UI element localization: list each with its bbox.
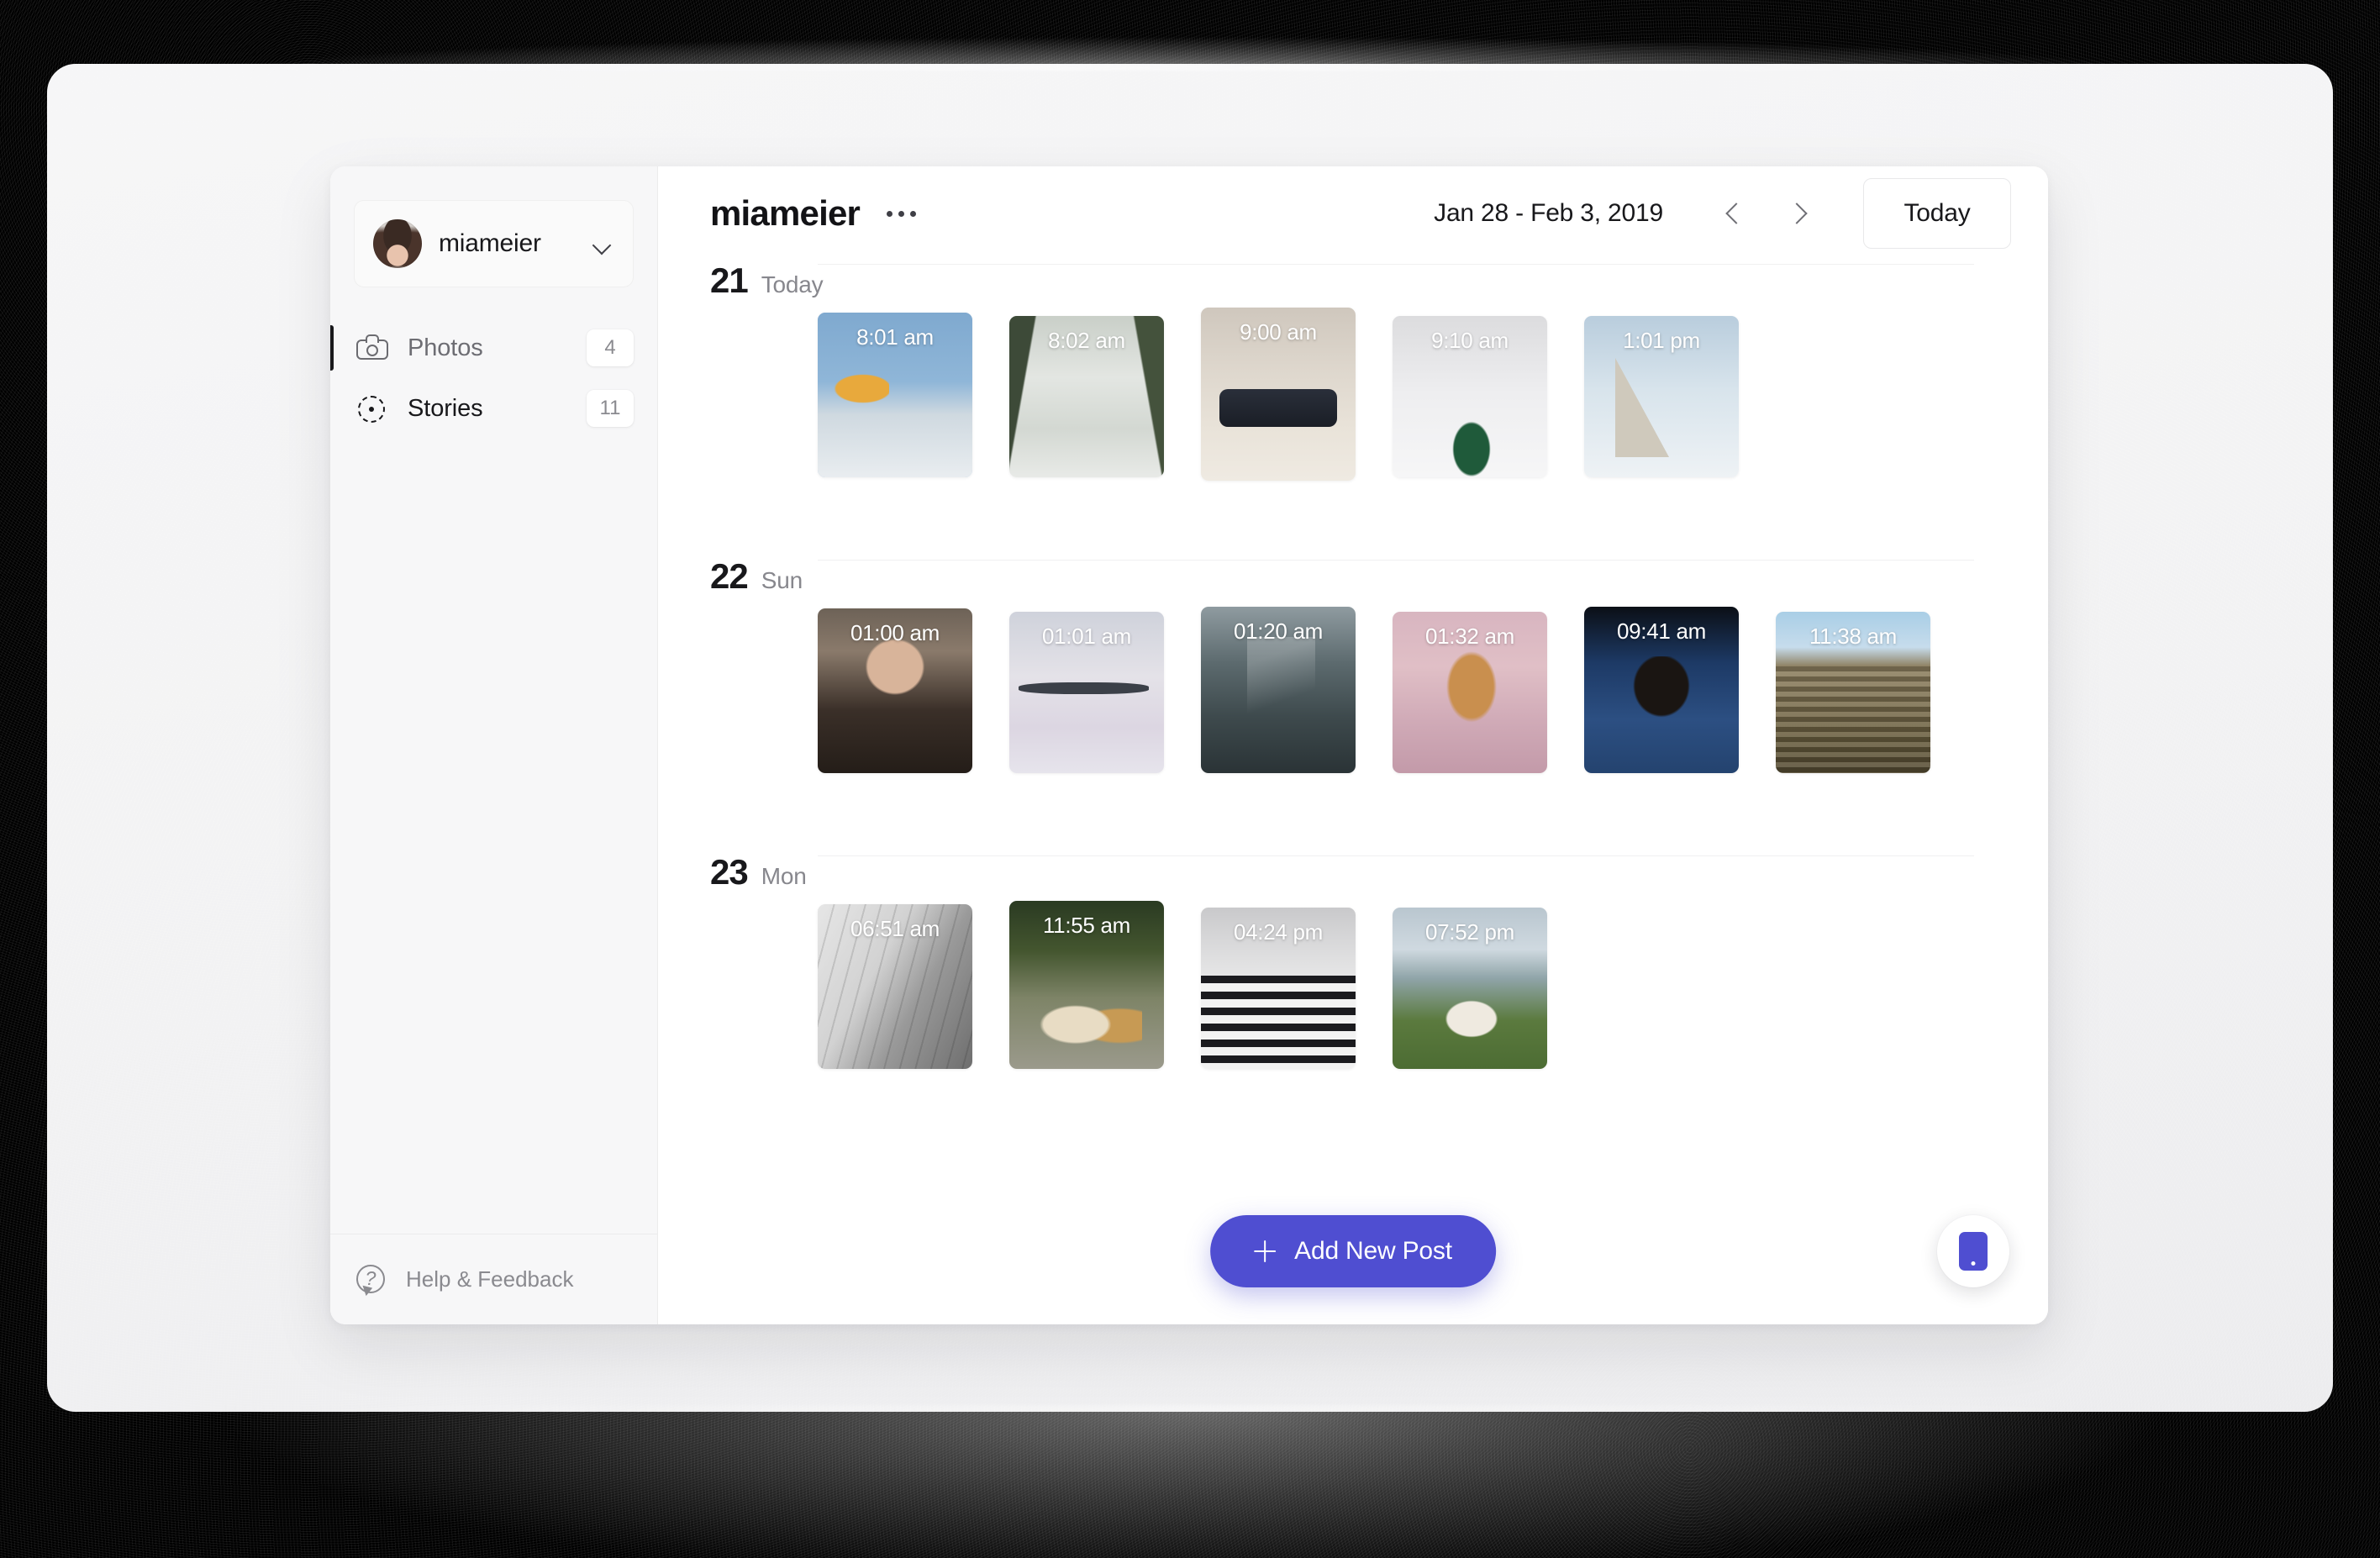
post-time-label: 07:52 pm	[1424, 919, 1514, 945]
page-title: miameier	[710, 193, 861, 233]
day-name: Sun	[761, 567, 803, 593]
ellipsis-icon[interactable]	[882, 203, 921, 225]
add-new-post-button[interactable]: Add New Post	[1210, 1215, 1496, 1287]
post-time-label: 06:51 am	[850, 916, 940, 941]
app-window: miameier Photos 4 Stories 11 ? Help & Fe…	[330, 166, 2048, 1324]
day-number: 23	[710, 852, 749, 892]
today-button[interactable]: Today	[1863, 178, 2011, 249]
chevron-left-icon[interactable]	[1714, 191, 1759, 236]
post-thumbnail-strip: 8:01 am 8:02 am 9:00 am 9:10 am 1:01 pm	[658, 308, 2011, 556]
post-thumbnail[interactable]: 01:32 am	[1393, 612, 1547, 773]
post-thumbnail-strip: 06:51 am 11:55 am 04:24 pm 07:52 pm	[658, 901, 2011, 1148]
sidebar-nav: Photos 4 Stories 11	[330, 318, 657, 439]
account-switcher[interactable]: miameier	[354, 200, 634, 287]
help-and-feedback-button[interactable]: ? Help & Feedback	[330, 1234, 657, 1324]
sidebar-item-stories-count: 11	[587, 390, 634, 427]
day-row: 21 Today 8:01 am 8:02 am 9:00 am 9:10 am 1:01 …	[658, 261, 2011, 556]
topbar: miameier Jan 28 - Feb 3, 2019 Today	[658, 166, 2048, 261]
post-thumbnail[interactable]: 9:10 am	[1393, 316, 1547, 477]
screenshot-stage: miameier Photos 4 Stories 11 ? Help & Fe…	[0, 0, 2380, 1558]
post-thumbnail[interactable]: 07:52 pm	[1393, 908, 1547, 1069]
post-time-label: 1:01 pm	[1623, 328, 1700, 353]
chevron-right-icon[interactable]	[1774, 191, 1819, 236]
day-name: Mon	[761, 863, 807, 889]
day-header: 23 Mon	[658, 852, 2011, 904]
day-rows: 21 Today 8:01 am 8:02 am 9:00 am 9:10 am 1:01 …	[658, 261, 2048, 1324]
post-thumbnail[interactable]: 01:20 am	[1201, 607, 1356, 773]
post-time-label: 04:24 pm	[1233, 919, 1323, 945]
post-thumbnail-strip: 01:00 am 01:01 am 01:20 am 01:32 am 09:41 am…	[658, 607, 2011, 852]
post-time-label: 8:02 am	[1048, 328, 1125, 353]
sidebar-item-stories[interactable]: Stories 11	[330, 378, 657, 439]
week-nav	[1714, 191, 1819, 236]
post-thumbnail[interactable]: 01:00 am	[818, 608, 972, 773]
camera-icon	[355, 331, 389, 365]
mobile-phone-icon	[1959, 1232, 1988, 1271]
sidebar: miameier Photos 4 Stories 11 ? Help & Fe…	[330, 166, 658, 1324]
post-thumbnail[interactable]: 09:41 am	[1584, 607, 1739, 773]
user-avatar	[373, 219, 422, 268]
day-number: 22	[710, 556, 749, 596]
sidebar-item-photos-label: Photos	[408, 334, 483, 361]
post-thumbnail[interactable]: 11:38 am	[1776, 612, 1930, 773]
add-new-post-label: Add New Post	[1294, 1237, 1452, 1265]
post-thumbnail[interactable]: 04:24 pm	[1201, 908, 1356, 1069]
sidebar-item-photos-count: 4	[587, 329, 634, 366]
post-time-label: 11:55 am	[1042, 913, 1131, 938]
post-time-label: 09:41 am	[1616, 618, 1706, 644]
post-thumbnail[interactable]: 1:01 pm	[1584, 316, 1739, 477]
post-time-label: 01:20 am	[1233, 618, 1323, 644]
help-and-feedback-label: Help & Feedback	[406, 1266, 574, 1292]
main-panel: miameier Jan 28 - Feb 3, 2019 Today 21 To…	[658, 166, 2048, 1324]
day-header: 21 Today	[658, 261, 2011, 313]
sidebar-item-stories-label: Stories	[408, 394, 483, 422]
mobile-preview-button[interactable]	[1937, 1215, 2009, 1287]
post-time-label: 01:32 am	[1424, 624, 1514, 649]
day-row: 23 Mon 06:51 am 11:55 am 04:24 pm 07:52 pm	[658, 852, 2011, 1148]
post-thumbnail[interactable]: 01:01 am	[1009, 612, 1164, 773]
post-thumbnail[interactable]: 11:55 am	[1009, 901, 1164, 1069]
post-time-label: 01:00 am	[850, 620, 940, 645]
plus-icon	[1254, 1240, 1277, 1262]
post-time-label: 9:00 am	[1240, 319, 1317, 345]
day-name: Today	[761, 271, 824, 297]
date-range-label: Jan 28 - Feb 3, 2019	[1434, 199, 1663, 227]
stories-ring-icon	[355, 392, 389, 425]
chevron-down-icon[interactable]	[592, 238, 613, 250]
laptop-highlight-bottom	[210, 1405, 2177, 1558]
laptop-highlight-top	[252, 37, 2135, 71]
question-bubble-icon: ?	[355, 1264, 387, 1297]
post-time-label: 01:01 am	[1041, 624, 1131, 649]
post-thumbnail[interactable]: 9:00 am	[1201, 308, 1356, 481]
post-time-label: 8:01 am	[856, 324, 934, 350]
sidebar-item-photos[interactable]: Photos 4	[330, 318, 657, 378]
day-header: 22 Sun	[658, 556, 2011, 608]
post-thumbnail[interactable]: 06:51 am	[818, 904, 972, 1069]
post-time-label: 11:38 am	[1809, 624, 1898, 649]
post-thumbnail[interactable]: 8:02 am	[1009, 316, 1164, 477]
day-number: 21	[710, 261, 749, 300]
post-time-label: 9:10 am	[1431, 328, 1509, 353]
account-name: miameier	[439, 229, 541, 257]
post-thumbnail[interactable]: 8:01 am	[818, 313, 972, 477]
day-row: 22 Sun 01:00 am 01:01 am 01:20 am 01:32 am 09:…	[658, 556, 2011, 852]
